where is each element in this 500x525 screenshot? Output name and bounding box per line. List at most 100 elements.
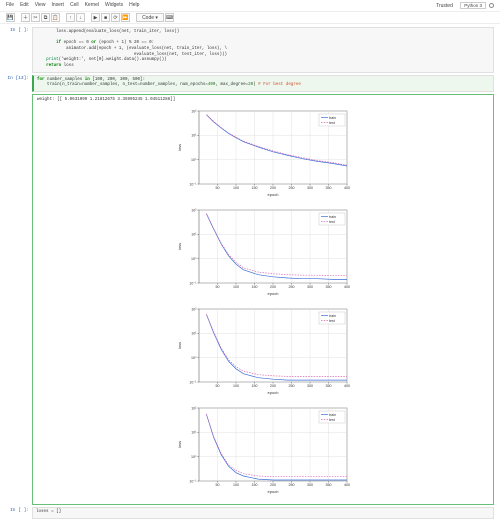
svg-text:10¹: 10¹ bbox=[191, 431, 197, 435]
svg-text:200: 200 bbox=[270, 285, 276, 289]
svg-text:350: 350 bbox=[326, 186, 332, 190]
svg-text:400: 400 bbox=[344, 483, 350, 487]
svg-text:train: train bbox=[329, 116, 336, 120]
menu-view[interactable]: View bbox=[35, 2, 46, 9]
svg-text:10²: 10² bbox=[191, 307, 197, 311]
paste-button[interactable]: 📋 bbox=[51, 13, 60, 22]
copy-button[interactable]: ⧉ bbox=[41, 13, 50, 22]
svg-text:50: 50 bbox=[216, 483, 220, 487]
svg-text:150: 150 bbox=[252, 483, 258, 487]
svg-text:10⁰: 10⁰ bbox=[191, 356, 197, 360]
svg-text:epoch: epoch bbox=[268, 291, 279, 296]
svg-text:10⁻¹: 10⁻¹ bbox=[189, 182, 197, 186]
svg-text:train: train bbox=[329, 215, 336, 219]
menu-file[interactable]: File bbox=[6, 2, 14, 9]
loss-chart: 5010015020025030035040010⁻¹10⁰10¹10²epoc… bbox=[173, 304, 353, 396]
svg-text:250: 250 bbox=[289, 285, 295, 289]
cut-button[interactable]: ✂ bbox=[31, 13, 40, 22]
cell-prompt: In [ ]: bbox=[6, 507, 32, 519]
svg-text:100: 100 bbox=[233, 384, 239, 388]
loss-chart: 5010015020025030035040010⁻¹10⁰10¹10²epoc… bbox=[173, 106, 353, 198]
svg-text:epoch: epoch bbox=[268, 390, 279, 395]
code-editor[interactable]: loss.append(evaluate_loss(net, train_ite… bbox=[32, 27, 494, 73]
svg-text:loss: loss bbox=[177, 342, 182, 349]
run-button[interactable]: ▶ bbox=[91, 13, 100, 22]
svg-text:200: 200 bbox=[270, 384, 276, 388]
svg-text:loss: loss bbox=[177, 243, 182, 250]
restart-button[interactable]: ⟳ bbox=[111, 13, 120, 22]
menu-help[interactable]: Help bbox=[129, 2, 139, 9]
svg-text:150: 150 bbox=[252, 285, 258, 289]
svg-text:50: 50 bbox=[216, 384, 220, 388]
svg-text:250: 250 bbox=[289, 483, 295, 487]
menu-insert[interactable]: Insert bbox=[51, 2, 64, 9]
toolbar: 💾 ＋ ✂ ⧉ 📋 ↑ ↓ ▶ ■ ⟳ ⏩ Code ▾ ⌨ bbox=[0, 11, 500, 24]
svg-text:test: test bbox=[329, 220, 335, 224]
trusted-indicator: Trusted bbox=[436, 3, 453, 9]
cell-prompt: In [13]: bbox=[6, 75, 32, 92]
code-editor[interactable]: loses = [] bbox=[32, 507, 494, 519]
svg-text:250: 250 bbox=[289, 384, 295, 388]
svg-text:100: 100 bbox=[233, 285, 239, 289]
svg-text:10²: 10² bbox=[191, 406, 197, 410]
svg-text:10²: 10² bbox=[191, 109, 197, 113]
cell-type-select[interactable]: Code ▾ bbox=[136, 13, 164, 22]
move-down-button[interactable]: ↓ bbox=[76, 13, 85, 22]
svg-text:test: test bbox=[329, 121, 335, 125]
svg-text:350: 350 bbox=[326, 384, 332, 388]
svg-text:10⁻¹: 10⁻¹ bbox=[189, 281, 197, 285]
menu-edit[interactable]: Edit bbox=[20, 2, 29, 9]
svg-text:300: 300 bbox=[307, 483, 313, 487]
svg-text:150: 150 bbox=[252, 186, 258, 190]
svg-text:10⁰: 10⁰ bbox=[191, 257, 197, 261]
svg-text:150: 150 bbox=[252, 384, 258, 388]
svg-text:10⁰: 10⁰ bbox=[191, 455, 197, 459]
svg-text:400: 400 bbox=[344, 384, 350, 388]
notebook-area: In [ ]: loss.append(evaluate_loss(net, t… bbox=[0, 24, 500, 524]
svg-text:10¹: 10¹ bbox=[191, 233, 197, 237]
svg-text:test: test bbox=[329, 319, 335, 323]
svg-text:train: train bbox=[329, 314, 336, 318]
menu-widgets[interactable]: Widgets bbox=[105, 2, 123, 9]
loss-chart: 50 100 150 200 250 300 350 400 10⁻¹ 10⁰ 10¹ 10² epoc… bbox=[173, 403, 353, 495]
svg-text:300: 300 bbox=[307, 384, 313, 388]
code-cell[interactable]: In [ ]: loses = [] bbox=[6, 507, 494, 519]
code-cell-running[interactable]: In [13]: for number_samples in [100, 200… bbox=[6, 75, 494, 92]
svg-text:400: 400 bbox=[344, 285, 350, 289]
save-button[interactable]: 💾 bbox=[6, 13, 15, 22]
svg-text:test: test bbox=[329, 418, 335, 422]
charts-container: 50 100 150 200 250 300 350 400 10⁻¹ 10⁰ 10¹ 10² epoc… bbox=[35, 106, 491, 495]
svg-text:300: 300 bbox=[307, 186, 313, 190]
svg-text:10⁻¹: 10⁻¹ bbox=[189, 479, 197, 483]
svg-text:10⁰: 10⁰ bbox=[191, 158, 197, 162]
svg-text:200: 200 bbox=[270, 186, 276, 190]
run-all-button[interactable]: ⏩ bbox=[121, 13, 130, 22]
svg-text:350: 350 bbox=[326, 285, 332, 289]
output-cell: weight: [[ 5.0631099 1.21812675 3.359952… bbox=[6, 94, 494, 505]
svg-text:200: 200 bbox=[270, 483, 276, 487]
svg-text:100: 100 bbox=[233, 483, 239, 487]
svg-text:400: 400 bbox=[344, 186, 350, 190]
add-cell-button[interactable]: ＋ bbox=[21, 13, 30, 22]
svg-text:10⁻¹: 10⁻¹ bbox=[189, 380, 197, 384]
menu-cell[interactable]: Cell bbox=[70, 2, 79, 9]
svg-text:loss: loss bbox=[177, 144, 182, 151]
svg-text:epoch: epoch bbox=[268, 489, 279, 494]
svg-text:350: 350 bbox=[326, 483, 332, 487]
stop-button[interactable]: ■ bbox=[101, 13, 110, 22]
loss-chart: 5010015020025030035040010⁻¹10⁰10¹10²epoc… bbox=[173, 205, 353, 297]
cell-prompt: In [ ]: bbox=[6, 27, 32, 73]
menu-bar: File Edit View Insert Cell Kernel Widget… bbox=[0, 0, 500, 11]
cell-prompt bbox=[6, 94, 32, 505]
kernel-status-icon bbox=[489, 3, 494, 8]
svg-text:10²: 10² bbox=[191, 208, 197, 212]
code-editor[interactable]: for number_samples in [100, 200, 300, 50… bbox=[32, 75, 494, 92]
code-cell[interactable]: In [ ]: loss.append(evaluate_loss(net, t… bbox=[6, 27, 494, 73]
command-palette-button[interactable]: ⌨ bbox=[165, 13, 174, 22]
menu-kernel[interactable]: Kernel bbox=[85, 2, 99, 9]
svg-text:10¹: 10¹ bbox=[191, 134, 197, 138]
kernel-name[interactable]: Python 3 bbox=[460, 2, 486, 9]
svg-text:train: train bbox=[329, 413, 336, 417]
svg-text:300: 300 bbox=[307, 285, 313, 289]
move-up-button[interactable]: ↑ bbox=[66, 13, 75, 22]
